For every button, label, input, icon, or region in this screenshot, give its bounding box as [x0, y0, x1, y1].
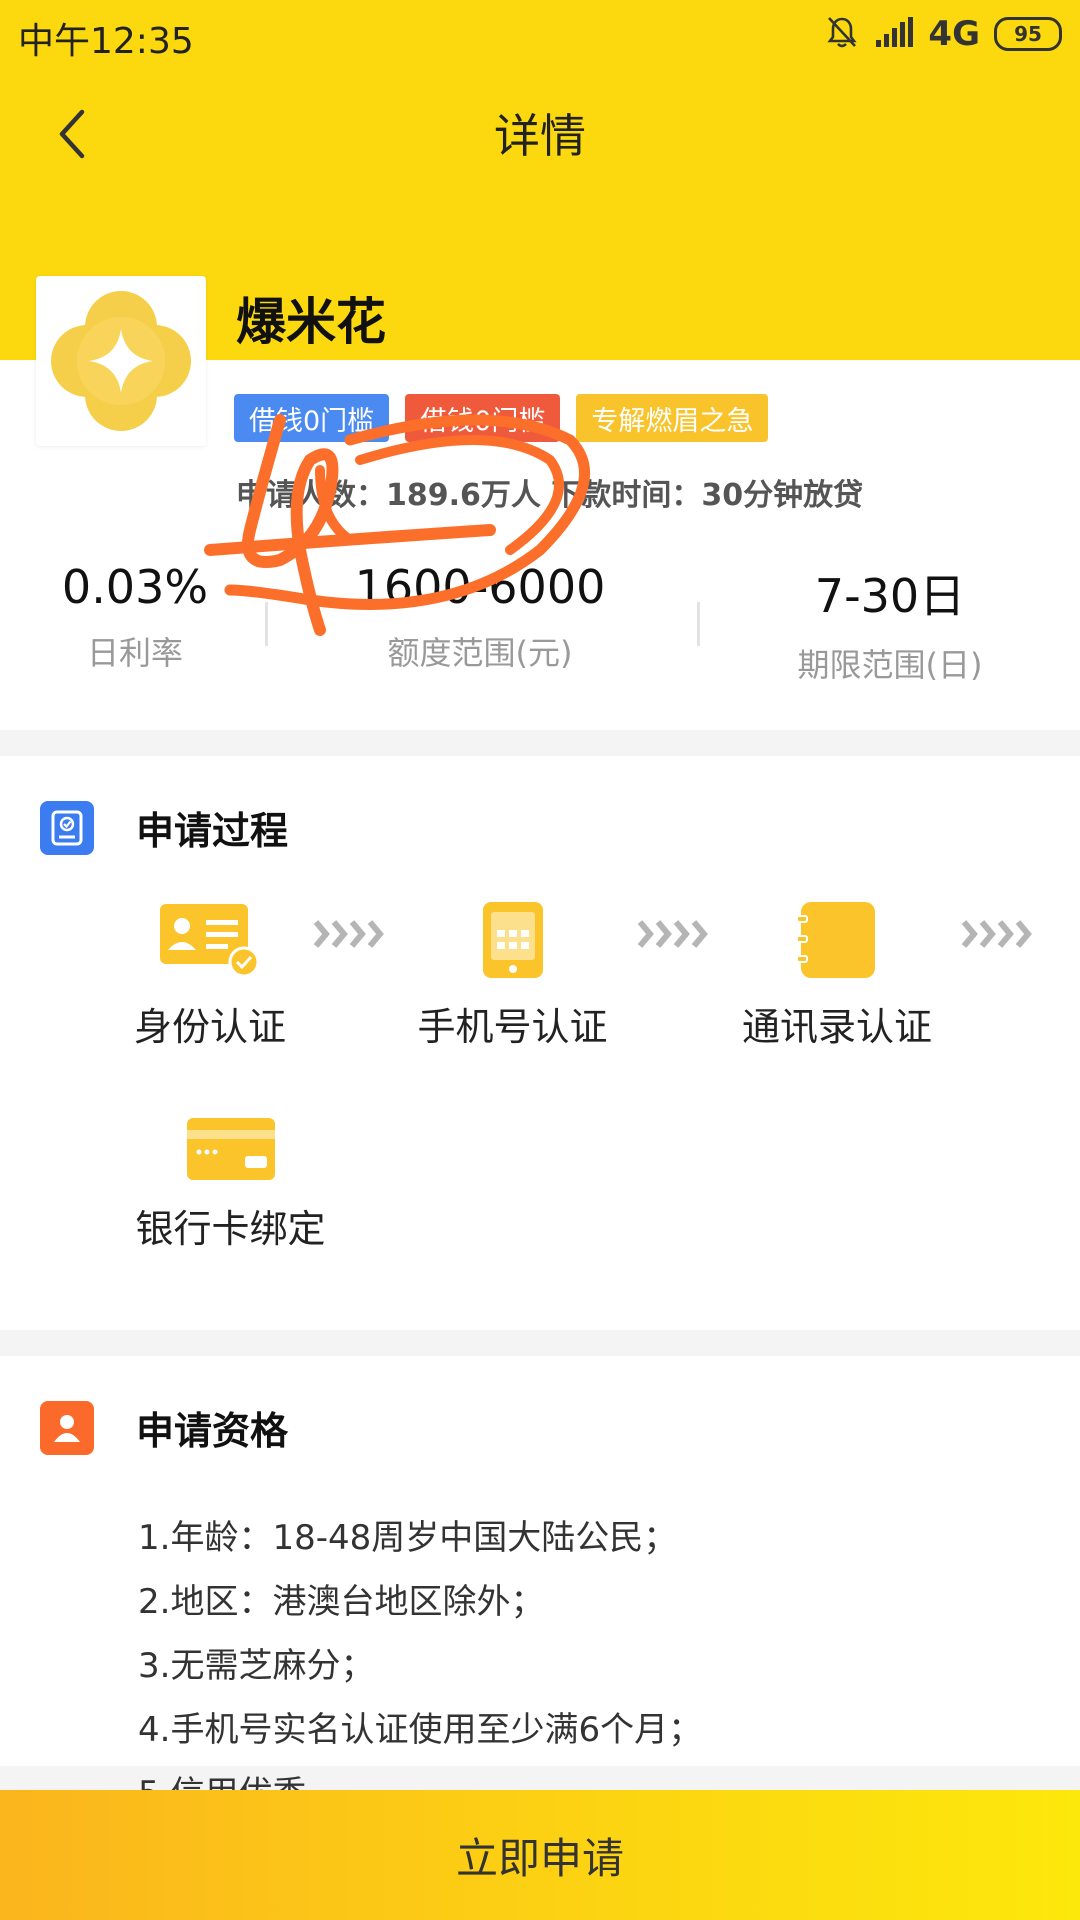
step-label: 通讯录认证 [741, 1005, 932, 1049]
section-header: 申请过程 [40, 800, 288, 855]
section-title: 申请资格 [136, 1409, 289, 1453]
mute-bell-icon [824, 14, 860, 54]
chevrons-right-icon [313, 920, 384, 948]
stat-amount-range: 1600-6000 额度范围(元) [330, 560, 630, 674]
user-icon [40, 1400, 94, 1455]
battery-icon: 95 [994, 17, 1062, 51]
product-tag: 借钱0门槛 [405, 394, 561, 442]
step-bank-card: 银行卡绑定 [118, 1116, 343, 1253]
chevrons-right-icon [637, 920, 708, 948]
bank-card-icon [186, 1118, 275, 1180]
step-contacts: 通讯录认证 [722, 900, 952, 1051]
step-phone: 手机号认证 [400, 900, 625, 1051]
stat-label: 日利率 [86, 634, 183, 672]
stat-label: 期限范围(日) [797, 646, 983, 684]
product-logo [36, 276, 206, 446]
process-section: 申请过程 身份认证 手机号认证 通讯录认证 银行卡绑定 [0, 756, 1080, 1330]
product-tags: 借钱0门槛 借钱0门槛 专解燃眉之急 [234, 394, 769, 442]
status-icons: 4G 95 [824, 14, 1062, 54]
phone-icon [482, 902, 543, 978]
stat-label: 额度范围(元) [387, 634, 573, 672]
battery-level: 95 [1014, 22, 1042, 46]
step-label: 银行卡绑定 [135, 1207, 326, 1251]
chevrons-right-icon [961, 920, 1032, 948]
stat-value: 0.03% [61, 560, 209, 614]
step-label: 身份认证 [133, 1005, 286, 1049]
stat-value: 1600-6000 [354, 560, 606, 614]
stat-divider [265, 602, 268, 646]
step-identity: 身份认证 [100, 900, 320, 1051]
qualification-section: 申请资格 1.年龄：18-48周岁中国大陆公民； 2.地区：港澳台地区除外； 3… [0, 1356, 1080, 1814]
status-bar: 中午12:35 4G 95 [0, 0, 1080, 70]
list-item: 2.地区：港澳台地区除外； [138, 1582, 545, 1622]
id-card-icon [160, 904, 260, 978]
list-item: 3.无需芝麻分； [138, 1646, 375, 1686]
apply-meta: 申请人数：189.6万人 下款时间：30分钟放贷 [236, 478, 864, 513]
list-item: 1.年龄：18-48周岁中国大陆公民； [138, 1518, 678, 1558]
product-tag: 借钱0门槛 [234, 394, 390, 442]
network-type: 4G [928, 14, 980, 54]
document-icon [40, 800, 94, 855]
product-tag: 专解燃眉之急 [576, 394, 769, 442]
product-name: 爆米花 [236, 293, 386, 351]
stat-value: 7-30日 [814, 569, 966, 623]
stat-term-range: 7-30日 期限范围(日) [770, 560, 1010, 686]
nav-bar: 详情 [0, 70, 1080, 194]
signal-icon [874, 16, 914, 52]
section-title: 申请过程 [136, 809, 289, 853]
product-stats: 0.03% 日利率 1600-6000 额度范围(元) 7-30日 期限范围(日… [0, 560, 1080, 690]
status-time: 中午12:35 [18, 21, 194, 62]
qualification-list: 1.年龄：18-48周岁中国大陆公民； 2.地区：港澳台地区除外； 3.无需芝麻… [138, 1506, 702, 1826]
stat-divider [697, 602, 700, 646]
apply-now-label: 立即申请 [455, 1833, 624, 1883]
step-label: 手机号认证 [417, 1005, 608, 1049]
page-title: 详情 [494, 109, 586, 163]
address-book-icon [796, 902, 875, 978]
section-header: 申请资格 [40, 1400, 288, 1455]
apply-now-button[interactable]: 立即申请 [0, 1790, 1080, 1920]
list-item: 4.手机号实名认证使用至少满6个月； [138, 1710, 703, 1750]
stat-daily-rate: 0.03% 日利率 [40, 560, 230, 674]
